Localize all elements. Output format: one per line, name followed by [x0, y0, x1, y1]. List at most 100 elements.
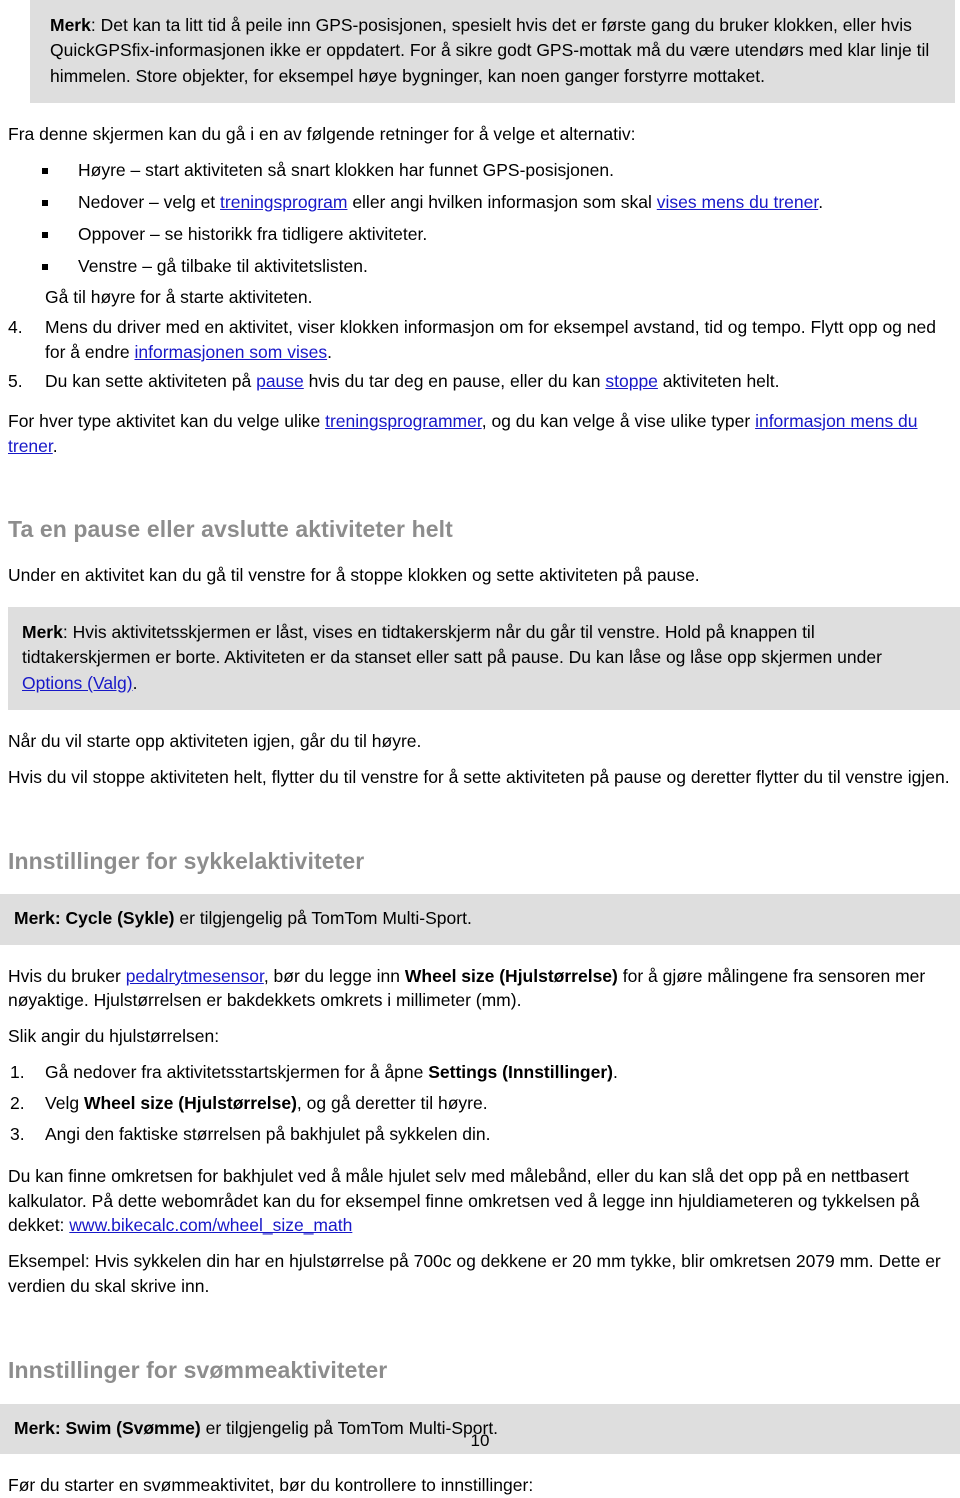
link-treningsprogram[interactable]: treningsprogram: [220, 192, 347, 212]
step-text-post: .: [612, 1062, 618, 1083]
directions-list: Høyre – start aktiviteten så snart klokk…: [0, 158, 960, 278]
note-cycle-term: Cycle (Sykle): [65, 908, 175, 929]
list-item: 4. Mens du driver med en aktivitet, vise…: [0, 315, 960, 365]
pause-stop: Hvis du vil stoppe aktiviteten helt, fly…: [8, 766, 950, 787]
step-text-post: .: [327, 342, 332, 363]
note-box-gps: Merk: Det kan ta litt tid å peile inn GP…: [30, 0, 955, 104]
step-text: Velg: [45, 1093, 84, 1113]
section-heading-bike: Innstillinger for sykkelaktiviteter: [8, 847, 365, 874]
directions-closing: Gå til høyre for å starte aktiviteten.: [45, 287, 313, 308]
link-vises-mens-du-trener[interactable]: vises mens du trener: [657, 192, 818, 212]
section-heading-pause: Ta en pause eller avslutte aktiviteter h…: [8, 516, 453, 543]
bike-intro-pre: Hvis du bruker: [8, 965, 126, 986]
programs-paragraph: For hver type aktivitet kan du velge uli…: [0, 409, 960, 459]
step-text-mid: hvis du tar deg en pause, eller du kan: [303, 370, 606, 391]
list-item: Nedover – velg et treningsprogram eller …: [0, 190, 960, 215]
link-pedalrytmesensor[interactable]: pedalrytmesensor: [126, 966, 264, 986]
bike-howto-label: Slik angir du hjulstørrelsen:: [8, 1026, 220, 1047]
pause-resume: Når du vil starte opp aktiviteten igjen,…: [8, 730, 422, 751]
swim-intro: Før du starter en svømmeaktivitet, bør d…: [8, 1474, 534, 1495]
section-heading-swim: Innstillinger for svømmeaktiviteter: [8, 1356, 388, 1383]
note-cycle-inner: Merk: Cycle (Sykle) er tilgjengelig på T…: [0, 894, 960, 944]
note-lock-post: .: [132, 672, 138, 693]
note-lock-label: Merk: [22, 621, 63, 642]
step-number: 4.: [8, 317, 23, 338]
bullet-square-icon: [42, 167, 48, 174]
step-term: Settings (Innstillinger): [428, 1062, 613, 1083]
link-informasjonen-som-vises[interactable]: informasjonen som vises: [135, 342, 328, 362]
note-cycle-label: Merk:: [14, 908, 66, 929]
step-term: Wheel size (Hjulstørrelse): [83, 1093, 297, 1113]
bike-intro-mid: , bør du legge inn: [263, 965, 405, 986]
note-gps-label: Merk: [50, 15, 91, 35]
bullet-square-icon: [42, 231, 48, 238]
list-item-text: Nedover – velg et: [78, 191, 221, 212]
page-footer: 10: [0, 1429, 960, 1453]
step-number: 3.: [10, 1123, 25, 1144]
step-text: Du kan sette aktiviteten på: [45, 370, 257, 391]
link-treningsprogrammer[interactable]: treningsprogrammer: [325, 411, 482, 431]
step-number: 2.: [10, 1093, 25, 1113]
page-number: 10: [470, 1430, 490, 1450]
document-page: Merk: Det kan ta litt tid å peile inn GP…: [0, 0, 960, 1495]
note-gps-inner: Merk: Det kan ta litt tid å peile inn GP…: [30, 0, 955, 103]
list-item: 5. Du kan sette aktiviteten på pause hvi…: [0, 369, 960, 394]
list-item: Venstre – gå tilbake til aktivitetsliste…: [0, 254, 960, 279]
programs-pre: For hver type aktivitet kan du velge uli…: [8, 410, 326, 431]
bike-steps-list: 1. Gå nedover fra aktivitetsstartskjerme…: [0, 1060, 960, 1147]
programs-post: .: [52, 435, 58, 456]
directions-intro: Fra denne skjermen kan du gå i en av føl…: [8, 124, 636, 145]
list-item-text: Oppover – se historikk fra tidligere akt…: [78, 223, 428, 244]
step-text: Angi den faktiske størrelsen på bakhjule…: [45, 1123, 491, 1144]
link-bikecalc-url[interactable]: www.bikecalc.com/wheel_size_math: [69, 1215, 352, 1235]
link-pause[interactable]: pause: [256, 371, 304, 391]
bullet-square-icon: [42, 263, 48, 270]
list-item: 3. Angi den faktiske størrelsen på bakhj…: [0, 1122, 960, 1147]
note-box-cycle: Merk: Cycle (Sykle) er tilgjengelig på T…: [0, 894, 960, 945]
list-item: Høyre – start aktiviteten så snart klokk…: [0, 158, 960, 183]
note-cycle-rest: er tilgjengelig på TomTom Multi-Sport.: [174, 908, 472, 929]
list-item: 1. Gå nedover fra aktivitetsstartskjerme…: [0, 1060, 960, 1085]
note-lock-colon: :: [62, 621, 73, 642]
step-text-post: aktiviteten helt.: [657, 370, 780, 391]
step-text: Gå nedover fra aktivitetsstartskjermen f…: [45, 1062, 429, 1083]
list-item: 2. Velg Wheel size (Hjulstørrelse), og g…: [0, 1091, 960, 1116]
note-box-lock: Merk: Hvis aktivitetsskjermen er låst, v…: [8, 606, 960, 710]
note-gps-colon: :: [90, 15, 101, 35]
note-lock-inner: Merk: Hvis aktivitetsskjermen er låst, v…: [8, 607, 960, 710]
programs-mid: , og du kan velge å vise ulike typer: [481, 410, 756, 431]
bike-intro: Hvis du bruker pedalrytmesensor, bør du …: [0, 964, 960, 1014]
note-gps-text: Det kan ta litt tid å peile inn GPS-posi…: [50, 15, 930, 86]
list-item-text: Høyre – start aktiviteten så snart klokk…: [78, 159, 614, 180]
list-item-text-post: .: [818, 191, 824, 212]
link-options-valg[interactable]: Options (Valg): [22, 673, 133, 693]
bike-example: Eksempel: Hvis sykkelen din har en hjuls…: [8, 1251, 941, 1297]
step-number: 5.: [8, 370, 23, 391]
list-item-text: Venstre – gå tilbake til aktivitetsliste…: [78, 255, 368, 276]
activity-steps-list: 4. Mens du driver med en aktivitet, vise…: [0, 315, 960, 394]
bullet-square-icon: [42, 199, 48, 206]
bike-calculator: Du kan finne omkretsen for bakhjulet ved…: [0, 1164, 960, 1239]
step-text-post: , og gå deretter til høyre.: [296, 1093, 488, 1113]
note-lock-text: Hvis aktivitetsskjermen er låst, vises e…: [22, 621, 882, 668]
list-item: Oppover – se historikk fra tidligere akt…: [0, 222, 960, 247]
link-stoppe[interactable]: stoppe: [605, 371, 658, 391]
list-item-text-mid: eller angi hvilken informasjon som skal: [347, 191, 657, 212]
